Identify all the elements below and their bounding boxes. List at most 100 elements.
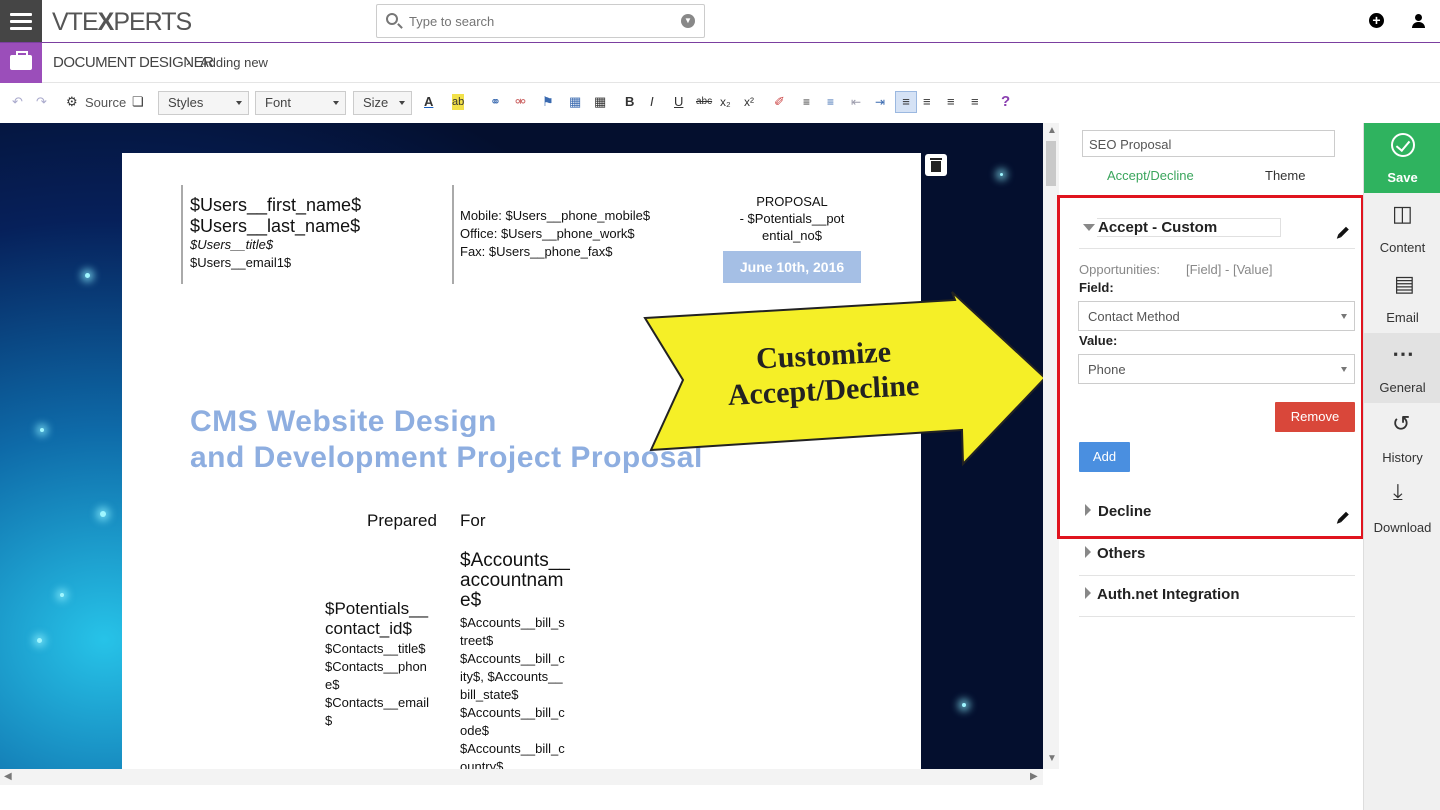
divider (1079, 616, 1355, 617)
scroll-left-icon[interactable]: ◀ (4, 771, 12, 782)
add-button[interactable]: Add (1079, 442, 1130, 472)
trash-icon[interactable] (925, 154, 947, 176)
briefcase-icon[interactable] (0, 43, 42, 83)
background-sparkle (85, 273, 90, 278)
text-color-icon[interactable]: A (424, 94, 433, 110)
user-mobile[interactable]: Mobile: $Users__phone_mobile$ (460, 208, 650, 223)
subscript-icon[interactable]: x₂ (720, 94, 731, 110)
breadcrumb-bar: DOCUMENT DESIGNER › Adding new (0, 43, 1440, 83)
caret-right-icon[interactable] (1085, 504, 1091, 516)
tab-theme[interactable]: Theme (1265, 168, 1305, 183)
bullet-list-icon[interactable]: ≡ (827, 94, 834, 110)
source-button[interactable]: Source (85, 95, 126, 111)
divider (1079, 248, 1355, 249)
justify-icon[interactable]: ≡ (971, 94, 979, 110)
user-email[interactable]: $Users__email1$ (190, 255, 291, 270)
save-button[interactable]: Save (1364, 123, 1440, 193)
font-dropdown[interactable]: Font (255, 91, 346, 115)
global-search[interactable]: ▼ (376, 4, 705, 38)
scroll-up-icon[interactable]: ▲ (1047, 125, 1057, 136)
caret-right-icon[interactable] (1085, 546, 1091, 558)
align-right-icon[interactable]: ≡ (947, 94, 955, 110)
caret-down-icon[interactable] (1083, 224, 1095, 231)
scroll-thumb[interactable] (1046, 141, 1056, 186)
editor-canvas[interactable]: $Users__first_name$ $Users__last_name$ $U… (0, 123, 1043, 769)
account-name[interactable]: $Accounts__ accountnam e$ (460, 551, 570, 611)
contact-name[interactable]: $Potentials__ contact_id$ (325, 599, 428, 639)
styles-dropdown[interactable]: Styles (158, 91, 249, 115)
search-input[interactable] (409, 11, 669, 31)
chevron-right-icon: › (186, 53, 191, 69)
bold-icon[interactable]: B (625, 94, 634, 110)
download-icon: ⤓ (1393, 479, 1403, 504)
help-icon[interactable]: ? (1001, 94, 1010, 110)
editor-toolbar: ↶ ↷ ⚙ Source ❏ Styles Font Size A ab ⚭ ⚮… (0, 83, 1440, 123)
column-divider (452, 185, 454, 284)
value-select[interactable]: Phone (1078, 354, 1355, 384)
indent-icon[interactable]: ⇥ (875, 94, 885, 110)
anchor-flag-icon[interactable]: ⚑ (542, 94, 554, 110)
content-button[interactable]: ◫ Content (1364, 193, 1440, 263)
document-icon: ▤ (1394, 271, 1415, 296)
others-section-title[interactable]: Others (1097, 545, 1145, 562)
template-name-input[interactable]: SEO Proposal (1082, 130, 1335, 157)
authnet-section-title[interactable]: Auth.net Integration (1097, 586, 1240, 603)
strike-icon[interactable]: abc (696, 94, 712, 110)
document-title-line2[interactable]: and Development Project Proposal (190, 441, 703, 475)
account-address[interactable]: $Accounts__bill_s treet$ $Accounts__bill_c… (460, 614, 565, 769)
undo-icon[interactable]: ↶ (12, 94, 23, 110)
underline-icon[interactable]: U (674, 94, 683, 110)
accept-section-title[interactable]: Accept - Custom (1097, 218, 1281, 237)
superscript-icon[interactable]: x² (744, 94, 754, 110)
background-sparkle (37, 638, 42, 643)
unlink-icon[interactable]: ⚮ (515, 94, 526, 110)
copy-icon[interactable]: ❏ (132, 94, 144, 110)
scroll-down-icon[interactable]: ▼ (1047, 753, 1057, 764)
prepared-label[interactable]: Prepared (367, 511, 437, 531)
caret-right-icon[interactable] (1085, 587, 1091, 599)
for-label[interactable]: For (460, 511, 486, 531)
horizontal-scrollbar[interactable]: ◀ ▶ (0, 769, 1043, 785)
tab-accept-decline[interactable]: Accept/Decline (1107, 168, 1194, 183)
contact-details[interactable]: $Contacts__title$ $Contacts__phon e$ $Conta… (325, 640, 429, 730)
remove-button[interactable]: Remove (1275, 402, 1355, 432)
app-logo[interactable]: VTEXPERTS (52, 8, 192, 37)
document-title-line1[interactable]: CMS Website Design (190, 405, 497, 439)
user-name[interactable]: $Users__first_name$ $Users__last_name$ (190, 195, 361, 237)
source-icon[interactable]: ⚙ (66, 94, 78, 110)
user-icon[interactable] (1411, 13, 1427, 29)
download-button[interactable]: ⤓ Download (1364, 473, 1440, 543)
scroll-right-icon[interactable]: ▶ (1030, 771, 1038, 782)
numbered-list-icon[interactable]: ≡ (803, 94, 810, 110)
condition-module: Opportunities: (1079, 262, 1160, 277)
background-sparkle (1000, 173, 1003, 176)
add-icon[interactable]: + (1369, 13, 1384, 28)
outdent-icon[interactable]: ⇤ (851, 94, 861, 110)
user-fax[interactable]: Fax: $Users__phone_fax$ (460, 244, 612, 259)
field-select[interactable]: Contact Method (1078, 301, 1355, 331)
italic-icon[interactable]: I (650, 94, 654, 110)
bg-color-icon[interactable]: ab (452, 94, 465, 110)
align-left-icon[interactable]: ≡ (895, 91, 917, 113)
background-sparkle (100, 511, 106, 517)
general-button[interactable]: ⋯ General (1364, 333, 1440, 403)
document-page[interactable]: $Users__first_name$ $Users__last_name$ $U… (122, 153, 921, 769)
history-button[interactable]: ↺ History (1364, 403, 1440, 473)
chevron-down-icon[interactable]: ▼ (681, 14, 695, 28)
image-icon[interactable]: ▦ (569, 94, 581, 110)
redo-icon[interactable]: ↷ (36, 94, 47, 110)
decline-section-title[interactable]: Decline (1098, 503, 1151, 520)
user-office[interactable]: Office: $Users__phone_work$ (460, 226, 635, 241)
more-dots-icon: ⋯ (1392, 341, 1414, 366)
user-title[interactable]: $Users__title$ (190, 237, 273, 252)
size-dropdown[interactable]: Size (353, 91, 412, 115)
proposal-date[interactable]: June 10th, 2016 (723, 251, 861, 283)
link-icon[interactable]: ⚭ (490, 94, 501, 110)
align-center-icon[interactable]: ≡ (923, 94, 931, 110)
email-button[interactable]: ▤ Email (1364, 263, 1440, 333)
eraser-icon[interactable]: ✐ (774, 94, 785, 110)
proposal-number[interactable]: PROPOSAL - $Potentials__pot ential_no$ (722, 193, 862, 244)
table-icon[interactable]: ▦ (594, 94, 606, 110)
menu-icon[interactable] (0, 0, 42, 42)
column-divider (181, 185, 183, 284)
